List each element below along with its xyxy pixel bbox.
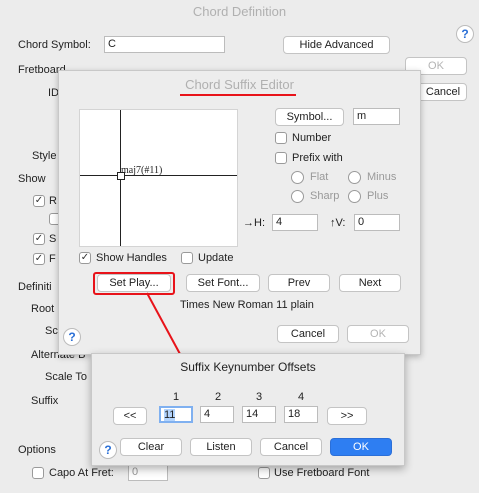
offset-field-3[interactable]: 14 — [242, 406, 276, 423]
column-header-4: 4 — [298, 391, 305, 403]
clear-button[interactable]: Clear — [120, 438, 182, 456]
offset-field-4[interactable]: 18 — [284, 406, 318, 423]
offsets-help-icon[interactable]: ? — [99, 441, 117, 459]
offset-field-1-value: 11 — [164, 409, 176, 421]
offset-field-2[interactable]: 4 — [200, 406, 234, 423]
suffix-keynumber-offsets-dialog: Suffix Keynumber Offsets 1 2 3 4 << 11 4… — [91, 353, 405, 466]
offsets-title: Suffix Keynumber Offsets — [180, 360, 316, 374]
column-header-1: 1 — [173, 391, 180, 403]
listen-button[interactable]: Listen — [190, 438, 252, 456]
offsets-cancel-button[interactable]: Cancel — [260, 438, 322, 456]
offsets-ok-button[interactable]: OK — [330, 438, 392, 456]
previous-offsets-button[interactable]: << — [113, 407, 147, 425]
column-header-2: 2 — [215, 391, 222, 403]
column-header-3: 3 — [256, 391, 263, 403]
offset-field-1[interactable]: 11 — [159, 406, 193, 423]
next-offsets-button[interactable]: >> — [327, 407, 367, 425]
